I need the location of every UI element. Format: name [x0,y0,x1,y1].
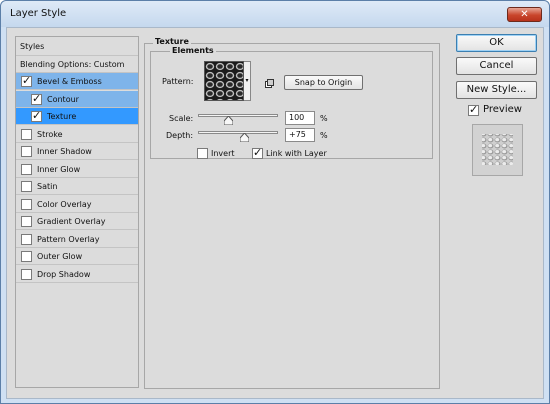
cancel-button[interactable]: Cancel [456,57,537,75]
style-item-outer-glow[interactable]: Outer Glow [16,248,138,265]
elements-group [150,51,433,159]
hexagon-pattern-icon [205,62,243,100]
style-item-bevel-emboss[interactable]: ✓ Bevel & Emboss [16,73,138,90]
style-item-drop-shadow[interactable]: Drop Shadow [16,266,138,283]
style-item-label: Inner Glow [37,164,81,174]
check-icon: ✓ [32,91,42,105]
style-item-label: Satin [37,182,58,191]
style-checkbox[interactable] [21,233,32,245]
style-checkbox[interactable] [21,251,32,262]
style-item-color-overlay[interactable]: Color Overlay [16,196,138,213]
depth-input[interactable]: +75 [285,128,315,142]
depth-slider-track[interactable] [198,131,278,134]
scale-unit: % [320,114,328,123]
style-item-texture[interactable]: ✓ Texture [16,108,138,125]
preview-thumbnail-icon [482,134,513,165]
pattern-swatch[interactable] [204,61,244,101]
layer-style-window: Layer Style ✕ Styles Blending Options: C… [0,0,550,404]
styles-header-label: Styles [20,42,45,51]
style-item-inner-shadow[interactable]: Inner Shadow [16,143,138,160]
elements-group-title: Elements [170,46,216,55]
style-item-label: Gradient Overlay [37,217,106,226]
style-checkbox[interactable] [21,198,32,210]
style-checkbox[interactable] [21,216,32,227]
texture-group-title: Texture [153,37,191,46]
snap-to-origin-button[interactable]: Snap to Origin [284,75,363,90]
link-with-layer-check-icon: ✓ [253,146,263,159]
style-checkbox[interactable] [21,128,32,140]
scale-label: Scale: [169,114,194,123]
check-icon: ✓ [32,109,42,122]
styles-panel: Styles Blending Options: Custom ✓ Bevel &… [15,36,139,388]
styles-header[interactable]: Styles [16,37,138,56]
pattern-label: Pattern: [162,77,194,86]
style-item-label: Inner Shadow [37,147,92,156]
style-checkbox[interactable] [21,163,32,175]
scale-input[interactable]: 100 [285,111,315,125]
invert-label: Invert [211,149,235,158]
style-item-gradient-overlay[interactable]: Gradient Overlay [16,213,138,230]
blending-options-item[interactable]: Blending Options: Custom [16,56,138,73]
depth-label: Depth: [166,131,194,140]
pattern-dropdown-button[interactable]: ▾ [244,61,251,101]
link-with-layer-checkbox[interactable]: ✓ [252,146,263,159]
new-style-button[interactable]: New Style... [456,81,537,99]
close-button[interactable]: ✕ [507,7,542,22]
style-item-label: Color Overlay [37,199,92,209]
style-item-stroke[interactable]: Stroke [16,126,138,143]
style-item-label: Bevel & Emboss [37,77,102,86]
style-item-label: Outer Glow [37,252,83,261]
style-checkbox[interactable]: ✓ [31,109,42,122]
style-item-label: Contour [47,94,79,104]
title-bar[interactable]: Layer Style ✕ [1,1,549,27]
depth-unit: % [320,131,328,140]
scale-slider-thumb[interactable] [223,116,233,125]
style-item-label: Drop Shadow [37,269,91,279]
style-item-satin[interactable]: Satin [16,178,138,195]
invert-checkbox[interactable] [197,148,208,159]
preview-label: Preview [483,104,522,115]
check-icon: ✓ [22,74,32,87]
style-checkbox[interactable]: ✓ [31,91,42,105]
preview-checkbox[interactable]: ✓ [468,103,479,116]
scale-slider-track[interactable] [198,114,278,117]
style-checkbox[interactable] [21,268,32,280]
style-item-inner-glow[interactable]: Inner Glow [16,161,138,178]
chevron-down-icon: ▾ [245,77,249,84]
style-item-contour[interactable]: ✓ Contour [16,90,138,108]
style-item-label: Pattern Overlay [37,234,100,244]
preview-check-icon: ✓ [469,103,479,116]
style-checkbox[interactable] [21,146,32,157]
new-preset-icon[interactable] [265,79,274,88]
depth-slider-thumb[interactable] [239,133,249,142]
style-item-label: Texture [47,112,77,121]
close-icon: ✕ [520,9,529,20]
style-checkbox[interactable]: ✓ [21,74,32,87]
style-preview [472,124,523,176]
window-title: Layer Style [10,8,67,19]
style-item-label: Stroke [37,129,63,139]
style-checkbox[interactable] [21,181,32,192]
ok-button[interactable]: OK [456,34,537,52]
blending-options-label: Blending Options: Custom [20,60,125,69]
link-with-layer-label: Link with Layer [266,149,327,158]
style-item-pattern-overlay[interactable]: Pattern Overlay [16,231,138,248]
